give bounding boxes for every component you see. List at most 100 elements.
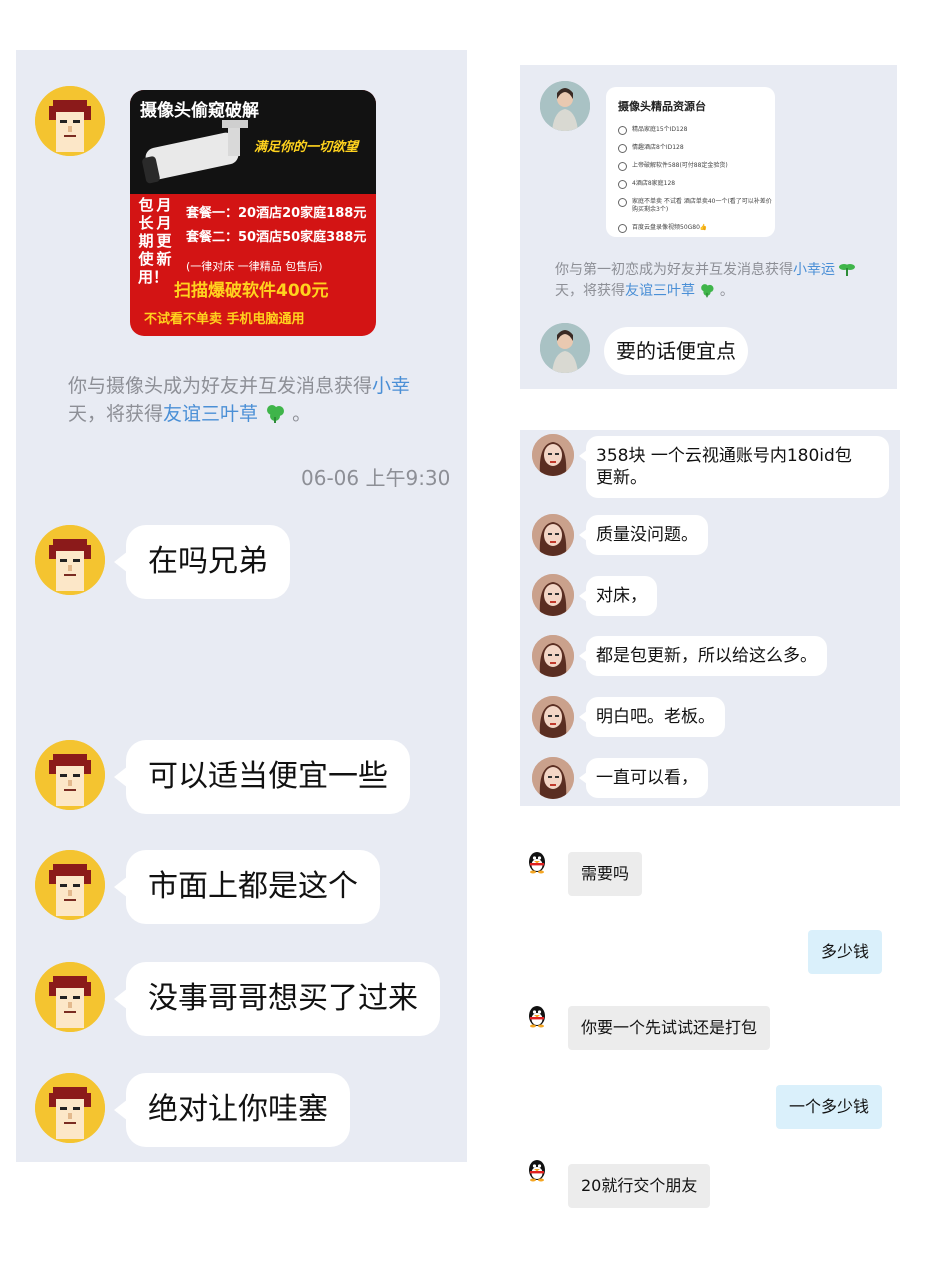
- message-text: 多少钱: [820, 942, 869, 961]
- qq-penguin-icon[interactable]: [525, 1004, 549, 1028]
- message-bubble[interactable]: 质量没问题。: [579, 515, 708, 555]
- avatar-woman[interactable]: [532, 696, 574, 738]
- avatar-pixel-man[interactable]: [35, 525, 105, 595]
- message-bubble[interactable]: 市面上都是这个: [114, 850, 380, 924]
- message-bubble[interactable]: 你要一个先试试还是打包: [568, 1006, 771, 1050]
- system-text: 天，将获得: [555, 283, 625, 299]
- message-bubble[interactable]: 需要吗: [568, 852, 643, 896]
- system-text: 天，将获得: [68, 403, 164, 425]
- message-bubble[interactable]: 都是包更新，所以给这么多。: [579, 636, 827, 676]
- message-bubble-own[interactable]: 多少钱: [807, 930, 882, 974]
- avatar-pixel-man[interactable]: [35, 1073, 105, 1143]
- woman-photo-icon: [532, 434, 574, 476]
- resource-poll-card[interactable]: 摄像头精品资源台 精品家庭15个ID128 情趣酒店8个ID128 上帝破解软件…: [606, 87, 775, 237]
- poll-option[interactable]: 4酒店8家庭128: [618, 180, 772, 189]
- message-text: 在吗兄弟: [148, 544, 268, 579]
- message-text: 明白吧。老板。: [596, 707, 715, 727]
- poll-option[interactable]: 情趣酒店8个ID128: [618, 144, 772, 153]
- avatar-pixel-man[interactable]: [35, 850, 105, 920]
- ad-vertical-text-2: 月月更新: [156, 196, 172, 268]
- avatar-pixel-man[interactable]: [35, 86, 105, 156]
- bubble-tail: [114, 1099, 128, 1121]
- pixel-man-icon: [35, 850, 105, 920]
- ad-slogan: 满足你的一切欲望: [254, 140, 359, 155]
- ad-software-price: 扫描爆破软件400元: [174, 281, 329, 301]
- bubble-tail: [579, 711, 587, 723]
- message-bubble[interactable]: 对床，: [579, 576, 657, 616]
- clover-link[interactable]: 友谊三叶草: [163, 403, 258, 425]
- avatar-girl[interactable]: [540, 323, 590, 373]
- message-bubble[interactable]: 可以适当便宜一些: [114, 740, 410, 814]
- message-text: 358块 一个云视通账号内180id包: [596, 446, 852, 466]
- message-bubble[interactable]: 绝对让你哇塞: [114, 1073, 350, 1147]
- message-bubble[interactable]: 在吗兄弟: [114, 525, 290, 599]
- system-text: 。: [719, 283, 734, 299]
- ad-footer: 不试看不单卖 手机电脑通用: [144, 312, 305, 327]
- bubble-tail: [114, 551, 128, 573]
- chat-panel-right-middle: 358块 一个云视通账号内180id包 更新。 质量没问题。 对床， 都是包更新…: [520, 430, 900, 806]
- friendship-system-message: 你与摄像头成为好友并互发消息获得小幸 天，将获得友谊三叶草 。: [68, 372, 410, 428]
- radio-circle-icon: [618, 126, 627, 135]
- lucky-link[interactable]: 小幸运: [793, 262, 835, 278]
- chat-panel-left: 摄像头偷窥破解 满足你的一切欲望 包长期使用！ 月月更新 套餐一：20酒店20家…: [16, 50, 467, 1162]
- message-text: 没事哥哥想买了过来: [148, 981, 418, 1016]
- avatar-woman[interactable]: [532, 635, 574, 677]
- message-text: 绝对让你哇塞: [148, 1092, 328, 1127]
- avatar-woman[interactable]: [532, 757, 574, 799]
- clover-link[interactable]: 友谊三叶草: [625, 283, 695, 299]
- pixel-man-icon: [35, 1073, 105, 1143]
- message-bubble[interactable]: 20就行交个朋友: [568, 1164, 711, 1208]
- radio-circle-icon: [618, 224, 627, 233]
- bubble-tail: [579, 772, 587, 784]
- woman-photo-icon: [532, 514, 574, 556]
- bubble-tail: [114, 766, 128, 788]
- lucky-link[interactable]: 小幸: [372, 375, 410, 397]
- message-text: 一个多少钱: [788, 1097, 869, 1116]
- avatar-pixel-man[interactable]: [35, 740, 105, 810]
- message-bubble[interactable]: 一直可以看，: [579, 758, 708, 798]
- message-text: 你要一个先试试还是打包: [581, 1018, 758, 1037]
- avatar-girl[interactable]: [540, 81, 590, 131]
- girl-photo-icon: [540, 323, 590, 373]
- avatar-pixel-man[interactable]: [35, 962, 105, 1032]
- qq-penguin-icon[interactable]: [525, 1158, 549, 1182]
- avatar-woman[interactable]: [532, 434, 574, 476]
- qq-penguin-icon[interactable]: [525, 850, 549, 874]
- girl-photo-icon: [540, 81, 590, 131]
- poll-option[interactable]: 上帝破解软件588(可付88定金验货): [618, 162, 772, 171]
- system-text: 你与摄像头成为好友并互发消息获得: [68, 375, 373, 397]
- ad-package-1: 套餐一：20酒店20家庭188元: [186, 206, 367, 221]
- poll-option[interactable]: 精品家庭15个ID128: [618, 126, 772, 135]
- ad-image[interactable]: 摄像头偷窥破解 满足你的一切欲望 包长期使用！ 月月更新 套餐一：20酒店20家…: [130, 90, 376, 336]
- message-bubble[interactable]: 要的话便宜点: [604, 327, 748, 375]
- avatar-woman[interactable]: [532, 514, 574, 556]
- pixel-man-icon: [35, 740, 105, 810]
- pixel-man-icon: [35, 86, 105, 156]
- message-bubble[interactable]: 358块 一个云视通账号内180id包 更新。: [579, 436, 889, 498]
- message-text: 市面上都是这个: [148, 869, 358, 904]
- woman-photo-icon: [532, 696, 574, 738]
- pixel-man-icon: [35, 962, 105, 1032]
- message-text: 都是包更新，所以给这么多。: [596, 646, 817, 666]
- bubble-tail: [579, 450, 587, 462]
- poll-option[interactable]: 家庭不单卖 不试看 酒店单卖40一个(看了可以补差价购买剩余3个): [618, 198, 772, 214]
- chat-panel-right-top: 摄像头精品资源台 精品家庭15个ID128 情趣酒店8个ID128 上帝破解软件…: [520, 65, 897, 389]
- avatar-woman[interactable]: [532, 574, 574, 616]
- system-text: 你与第一初恋成为好友并互发消息获得: [555, 262, 793, 278]
- message-text: 一直可以看，: [596, 768, 698, 788]
- message-text: 要的话便宜点: [616, 339, 736, 363]
- system-text: 。: [292, 403, 312, 425]
- sprout-icon: [839, 264, 856, 276]
- pixel-man-icon: [35, 525, 105, 595]
- radio-circle-icon: [618, 162, 627, 171]
- message-text: 质量没问题。: [596, 525, 698, 545]
- message-bubble[interactable]: 没事哥哥想买了过来: [114, 962, 440, 1036]
- bubble-tail: [579, 590, 587, 602]
- clover-icon: [267, 405, 285, 423]
- radio-circle-icon: [618, 144, 627, 153]
- radio-circle-icon: [618, 198, 627, 207]
- ad-title: 摄像头偷窥破解: [140, 101, 259, 121]
- message-bubble[interactable]: 明白吧。老板。: [579, 697, 725, 737]
- message-bubble-own[interactable]: 一个多少钱: [775, 1085, 882, 1129]
- poll-option[interactable]: 百度云盘录像视频50G80👍: [618, 224, 772, 233]
